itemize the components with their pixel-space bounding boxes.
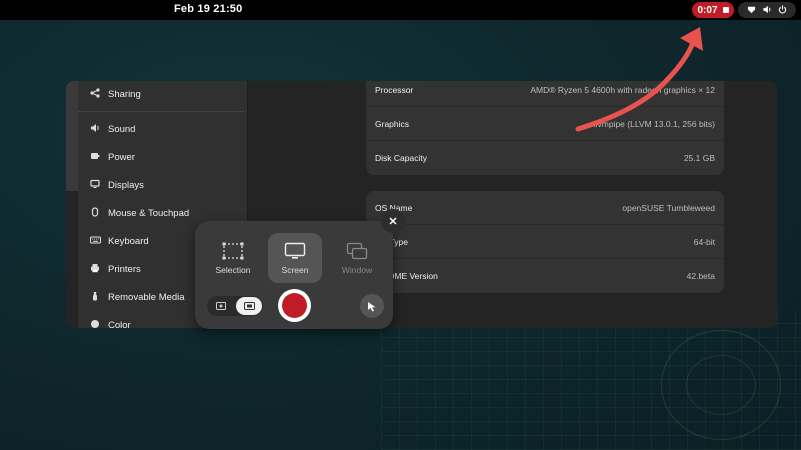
software-card: OS Name openSUSE Tumbleweed OS Type 64-b… xyxy=(366,191,724,293)
sidebar-item-label: Mouse & Touchpad xyxy=(108,207,190,219)
row-value: 64-bit xyxy=(693,236,715,247)
os-name-row: OS Name openSUSE Tumbleweed xyxy=(366,191,724,225)
sidebar-item-sharing[interactable]: Sharing xyxy=(78,81,248,107)
graphics-row: Graphics llvmpipe (LLVM 13.0.1, 256 bits… xyxy=(366,107,724,141)
hardware-card: Processor AMD® Ryzen 5 4600h with radeon… xyxy=(366,81,724,175)
mode-label: Screen xyxy=(281,264,309,275)
recording-time: 0:07 xyxy=(697,4,718,16)
screenshot-panel: Selection Screen Window xyxy=(195,221,393,329)
sidebar-item-sound[interactable]: Sound xyxy=(78,116,248,142)
speaker-icon xyxy=(89,123,101,135)
screenshot-icon xyxy=(216,302,226,310)
sidebar-item-label: Color xyxy=(108,319,131,329)
sidebar-item-label: Sharing xyxy=(108,88,141,100)
sidebar-item-label: Power xyxy=(108,151,135,163)
recording-indicator[interactable]: 0:07 xyxy=(692,2,734,18)
mouse-icon xyxy=(89,207,101,219)
sidebar-item-displays[interactable]: Displays xyxy=(78,172,248,198)
selection-icon xyxy=(222,242,244,259)
sidebar-item-power[interactable]: Power xyxy=(78,144,248,170)
sidebar-item-label: Keyboard xyxy=(108,235,149,247)
record-button[interactable] xyxy=(278,289,311,322)
row-value: 42.beta xyxy=(686,271,715,281)
volume-icon xyxy=(762,5,772,16)
monitor-icon xyxy=(284,242,306,259)
disk-capacity-row: Disk Capacity 25.1 GB xyxy=(366,141,724,175)
row-label: Graphics xyxy=(375,118,410,129)
screen-mode-button[interactable]: Screen xyxy=(268,233,322,283)
clock[interactable]: Feb 19 21:50 xyxy=(174,3,242,15)
sidebar-item-label: Removable Media xyxy=(108,291,185,303)
wallpaper-circle-inner xyxy=(686,355,756,415)
os-type-row: OS Type 64-bit xyxy=(366,225,724,259)
capture-type-toggle xyxy=(207,296,263,316)
network-icon xyxy=(747,5,756,16)
row-value: AMD® Ryzen 5 4600h with radeon graphics … xyxy=(530,84,715,95)
power-icon xyxy=(778,4,787,16)
battery-icon xyxy=(89,151,101,163)
share-icon xyxy=(89,88,101,100)
screencast-icon xyxy=(243,302,255,310)
screenshot-toggle[interactable] xyxy=(208,297,234,315)
row-label: Disk Capacity xyxy=(375,153,427,163)
gnome-version-row: GNOME Version 42.beta xyxy=(366,259,724,293)
window-edge xyxy=(66,81,78,191)
system-status-menu[interactable] xyxy=(738,2,796,18)
processor-row: Processor AMD® Ryzen 5 4600h with radeon… xyxy=(366,81,724,107)
row-value: openSUSE Tumbleweed xyxy=(622,202,715,213)
sidebar-item-label: Printers xyxy=(108,263,141,275)
top-bar: Feb 19 21:50 0:07 xyxy=(0,0,801,20)
close-screenshot-button[interactable] xyxy=(381,209,405,233)
stop-icon xyxy=(722,7,729,13)
sidebar-item-label: Displays xyxy=(108,179,144,191)
row-value: 25.1 GB xyxy=(683,153,715,163)
show-pointer-button[interactable] xyxy=(360,294,384,318)
record-icon xyxy=(282,293,307,318)
window-mode-button[interactable]: Window xyxy=(330,233,384,283)
close-icon xyxy=(389,217,397,225)
window-icon xyxy=(346,242,368,259)
settings-window: Sharing Sound Power Displays Mouse & Tou… xyxy=(66,81,777,328)
display-icon xyxy=(89,179,101,191)
selection-mode-button[interactable]: Selection xyxy=(206,233,260,283)
keyboard-icon xyxy=(89,235,101,247)
mode-label: Selection xyxy=(215,264,251,275)
row-label: Processor xyxy=(375,84,414,95)
printer-icon xyxy=(89,263,101,275)
mode-label: Window xyxy=(341,264,373,275)
row-value: llvmpipe (LLVM 13.0.1, 256 bits) xyxy=(593,118,715,129)
sidebar-item-label: Sound xyxy=(108,123,136,135)
color-icon xyxy=(89,319,101,328)
sidebar-divider xyxy=(78,111,244,112)
usb-icon xyxy=(89,291,101,303)
screencast-toggle[interactable] xyxy=(236,297,262,315)
pointer-icon xyxy=(368,301,376,311)
